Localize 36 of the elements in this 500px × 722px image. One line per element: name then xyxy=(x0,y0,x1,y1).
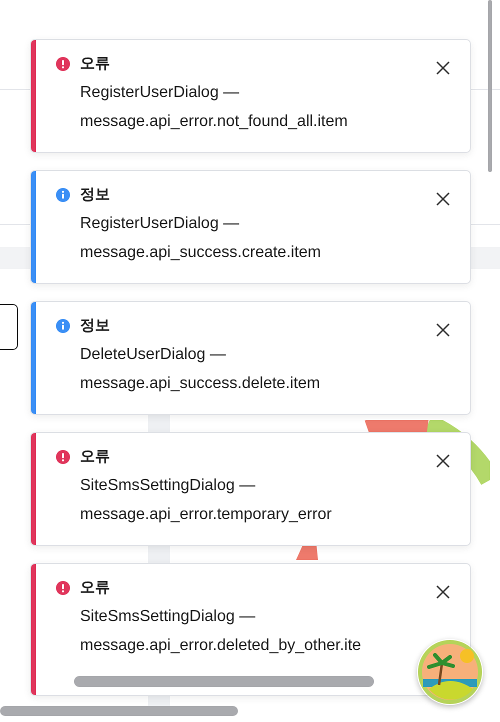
alert-icon xyxy=(56,581,70,595)
toast-message: message.api_error.temporary_error xyxy=(80,505,333,525)
close-button[interactable] xyxy=(436,191,452,207)
close-icon xyxy=(436,192,450,206)
toast-message: message.api_success.create.item xyxy=(80,243,322,263)
close-icon xyxy=(436,585,450,599)
toast-title: 오류 xyxy=(80,578,111,598)
close-icon xyxy=(436,454,450,468)
vertical-scrollbar[interactable] xyxy=(488,0,492,172)
input-field[interactable] xyxy=(0,304,18,350)
close-button[interactable] xyxy=(436,60,452,76)
toast-message: message.api_error.not_found_all.item xyxy=(80,112,349,132)
close-button[interactable] xyxy=(436,584,452,600)
scrollbar-thumb[interactable] xyxy=(74,676,374,687)
info-icon xyxy=(56,188,70,202)
beach-avatar-button[interactable] xyxy=(417,639,483,705)
alert-icon xyxy=(56,450,70,464)
toast-message: message.api_success.delete.item xyxy=(80,374,322,394)
toast-source: RegisterUserDialog — xyxy=(80,83,240,103)
toast-title: 오류 xyxy=(80,447,111,467)
alert-icon xyxy=(56,57,70,71)
close-icon xyxy=(436,323,450,337)
horizontal-scrollbar[interactable] xyxy=(0,706,238,716)
toast-source: DeleteUserDialog — xyxy=(80,345,227,365)
toast-source: SiteSmsSettingDialog — xyxy=(80,607,256,627)
close-button[interactable] xyxy=(436,322,452,338)
close-icon xyxy=(436,61,450,75)
close-button[interactable] xyxy=(436,453,452,469)
toast-title: 정보 xyxy=(80,316,111,336)
toast-title: 오류 xyxy=(80,54,111,74)
toast-source: RegisterUserDialog — xyxy=(80,214,240,234)
toast-source: SiteSmsSettingDialog — xyxy=(80,476,256,496)
toast-message: message.api_error.deleted_by_other.ite xyxy=(80,636,362,656)
toast-title: 정보 xyxy=(80,185,111,205)
info-icon xyxy=(56,319,70,333)
beach-island-icon xyxy=(417,639,483,705)
